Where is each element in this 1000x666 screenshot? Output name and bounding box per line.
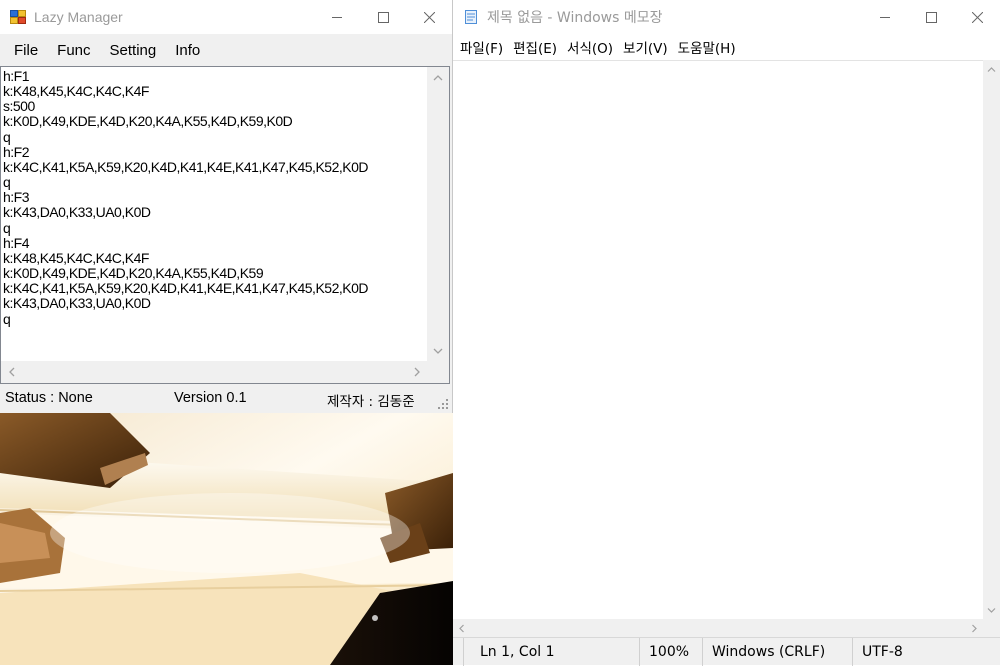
- script-text[interactable]: h:F1 k:K48,K45,K4C,K4C,K4F s:500 k:K0D,K…: [3, 69, 427, 363]
- notepad-menubar: 파일(F) 편집(E) 서식(O) 보기(V) 도움말(H): [453, 34, 1000, 60]
- notepad-text-area[interactable]: [453, 60, 983, 619]
- horizontal-scrollbar[interactable]: [1, 361, 428, 383]
- window-title: 제목 없음 - Windows 메모장: [487, 10, 663, 26]
- scroll-right-icon[interactable]: [406, 361, 428, 383]
- lazy-manager-window: Lazy Manager File Func Setting Info h:F1…: [0, 0, 453, 413]
- menu-file[interactable]: File: [6, 42, 46, 59]
- scroll-up-icon[interactable]: [983, 60, 1000, 78]
- scroll-corner: [983, 619, 1000, 637]
- lazy-manager-titlebar[interactable]: Lazy Manager: [0, 0, 452, 34]
- scroll-left-icon[interactable]: [453, 619, 470, 637]
- notepad-titlebar[interactable]: 제목 없음 - Windows 메모장: [453, 0, 1000, 34]
- scroll-right-icon[interactable]: [966, 619, 983, 637]
- minimize-button[interactable]: [314, 0, 360, 34]
- minimize-button[interactable]: [862, 0, 908, 34]
- scroll-left-icon[interactable]: [1, 361, 23, 383]
- lazy-manager-menubar: File Func Setting Info: [0, 34, 452, 66]
- status-text: Status : None: [5, 390, 93, 406]
- resize-grip-icon[interactable]: [437, 398, 449, 410]
- close-icon: [423, 11, 435, 23]
- scroll-corner: [427, 361, 449, 383]
- scroll-up-icon[interactable]: [427, 67, 449, 89]
- vertical-scrollbar[interactable]: [983, 60, 1000, 619]
- cursor-position: Ln 1, Col 1: [463, 638, 639, 666]
- author-text: 제작자 : 김동준: [327, 394, 415, 410]
- maximize-button[interactable]: [360, 0, 406, 34]
- menu-help[interactable]: 도움말(H): [673, 37, 741, 57]
- menu-file[interactable]: 파일(F): [455, 37, 508, 57]
- menu-setting[interactable]: Setting: [99, 42, 165, 59]
- vertical-scrollbar[interactable]: [427, 67, 449, 362]
- minimize-icon: [332, 17, 342, 18]
- menu-info[interactable]: Info: [164, 42, 208, 59]
- horizontal-scrollbar[interactable]: [453, 619, 983, 637]
- lazy-manager-statusbar: Status : None Version 0.1 제작자 : 김동준: [0, 384, 452, 413]
- notepad-window: 제목 없음 - Windows 메모장 파일(F) 편집(E) 서식(O) 보기…: [453, 0, 1000, 666]
- menu-format[interactable]: 서식(O): [562, 37, 618, 57]
- notepad-statusbar: Ln 1, Col 1 100% Windows (CRLF) UTF-8: [453, 637, 1000, 666]
- close-button[interactable]: [954, 0, 1000, 34]
- app-window-icon: [10, 9, 26, 25]
- encoding: UTF-8: [852, 638, 1000, 666]
- window-title: Lazy Manager: [34, 9, 123, 25]
- desktop-wallpaper: [0, 413, 453, 665]
- close-button[interactable]: [406, 0, 452, 34]
- line-ending: Windows (CRLF): [702, 638, 852, 666]
- menu-func[interactable]: Func: [46, 42, 98, 59]
- maximize-icon: [377, 11, 389, 23]
- maximize-icon: [925, 11, 937, 23]
- zoom-level: 100%: [639, 638, 702, 666]
- notepad-icon: [463, 9, 479, 25]
- close-icon: [971, 11, 983, 23]
- scroll-down-icon[interactable]: [983, 601, 1000, 619]
- menu-view[interactable]: 보기(V): [618, 37, 673, 57]
- maximize-button[interactable]: [908, 0, 954, 34]
- menu-edit[interactable]: 편집(E): [508, 37, 562, 57]
- scroll-down-icon[interactable]: [427, 340, 449, 362]
- version-text: Version 0.1: [174, 390, 247, 406]
- script-editor[interactable]: h:F1 k:K48,K45,K4C,K4C,K4F s:500 k:K0D,K…: [0, 66, 450, 384]
- minimize-icon: [880, 17, 890, 18]
